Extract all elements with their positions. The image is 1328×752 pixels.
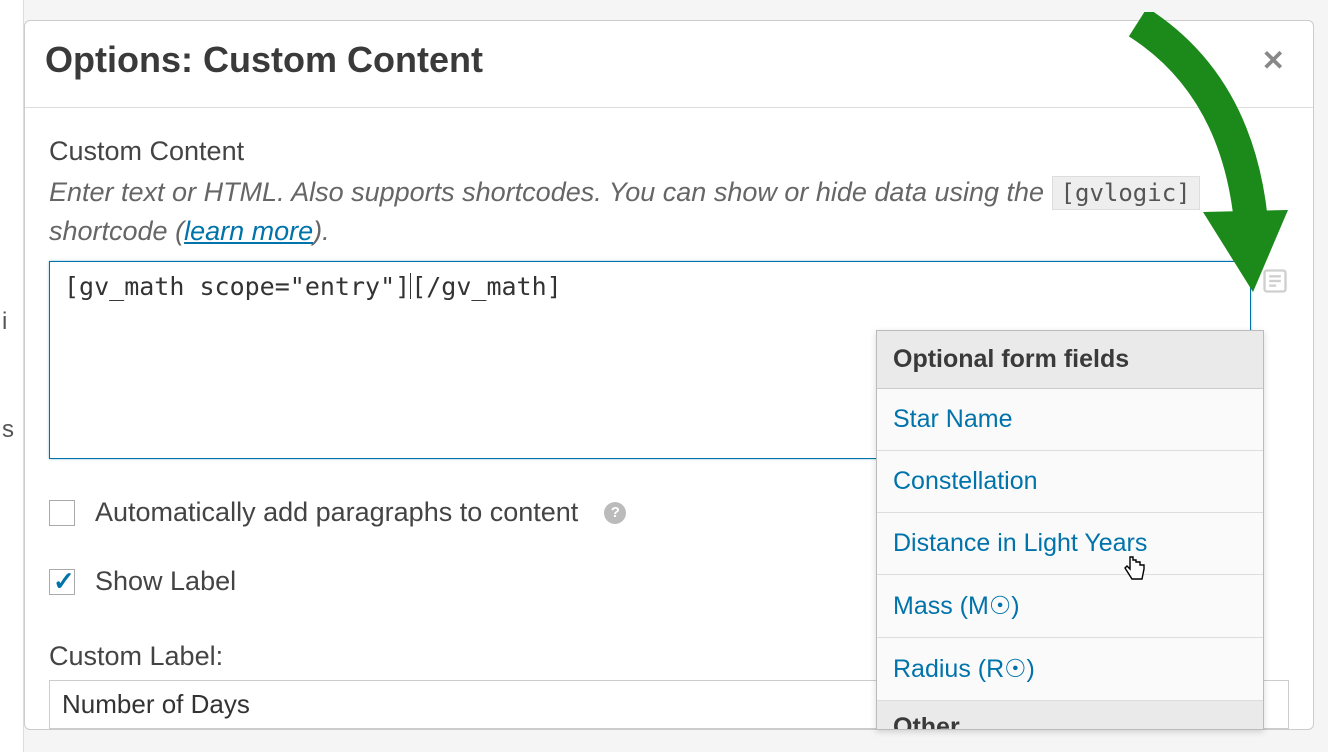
- dropdown-scroll[interactable]: Optional form fields Star Name Constella…: [877, 331, 1263, 729]
- dropdown-subheader: Other: [877, 701, 1263, 729]
- help-text-suffix1: shortcode (: [49, 216, 184, 246]
- dropdown-item-constellation[interactable]: Constellation: [877, 451, 1263, 513]
- auto-paragraphs-label: Automatically add paragraphs to content: [95, 497, 578, 528]
- custom-content-help: Enter text or HTML. Also supports shortc…: [49, 173, 1289, 251]
- shortcode-chip: [gvlogic]: [1052, 176, 1200, 210]
- sidebar-fragment: i s: [0, 0, 24, 752]
- dropdown-item-radius[interactable]: Radius (R☉): [877, 638, 1263, 701]
- custom-content-label: Custom Content: [49, 136, 1289, 167]
- merge-tag-dropdown: Optional form fields Star Name Constella…: [876, 330, 1264, 730]
- help-icon[interactable]: ?: [604, 502, 626, 524]
- textarea-value-suffix: [/gv_math]: [411, 272, 562, 301]
- dropdown-item-star-name[interactable]: Star Name: [877, 389, 1263, 451]
- auto-paragraphs-checkbox[interactable]: [49, 500, 75, 526]
- dropdown-item-mass[interactable]: Mass (M☉): [877, 575, 1263, 638]
- show-label-checkbox[interactable]: [49, 569, 75, 595]
- dropdown-header: Optional form fields: [877, 331, 1263, 389]
- help-text-prefix: Enter text or HTML. Also supports shortc…: [49, 177, 1052, 207]
- modal-header: Options: Custom Content ✕: [25, 21, 1313, 108]
- close-icon[interactable]: ✕: [1262, 44, 1285, 77]
- textarea-value-prefix: [gv_math scope="entry"]: [64, 272, 410, 301]
- learn-more-link[interactable]: learn more: [184, 216, 313, 246]
- bg-text: s: [2, 416, 14, 444]
- modal-title: Options: Custom Content: [45, 39, 483, 81]
- bg-text: i: [2, 308, 7, 336]
- dropdown-item-distance[interactable]: Distance in Light Years: [877, 513, 1263, 575]
- text-caret: [410, 273, 411, 299]
- show-label-text: Show Label: [95, 566, 236, 597]
- merge-tag-icon[interactable]: [1261, 267, 1289, 295]
- help-text-suffix2: ).: [313, 216, 330, 246]
